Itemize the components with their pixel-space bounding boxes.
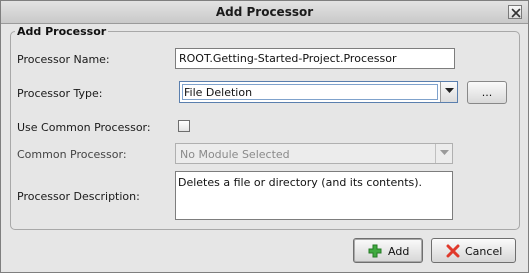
x-icon (446, 244, 460, 258)
processor-type-label: Processor Type: (17, 87, 103, 100)
use-common-processor-label: Use Common Processor: (17, 121, 151, 134)
close-button[interactable] (508, 5, 522, 19)
processor-name-field[interactable]: ROOT.Getting-Started-Project.Processor (175, 48, 455, 69)
common-processor-select[interactable]: No Module Selected (175, 143, 453, 164)
chevron-down-icon (445, 88, 454, 93)
add-button[interactable]: Add (353, 238, 423, 263)
processor-name-label: Processor Name: (17, 53, 110, 66)
processor-description-textarea[interactable]: Deletes a file or directory (and its con… (175, 171, 453, 220)
processor-description-label: Processor Description: (17, 190, 140, 203)
add-processor-dialog: Add Processor Add Processor Processor Na… (0, 0, 529, 273)
processor-type-dropdown-button[interactable] (440, 82, 457, 102)
use-common-processor-checkbox[interactable] (178, 120, 190, 132)
common-processor-label: Common Processor: (17, 148, 127, 161)
processor-type-select[interactable]: File Deletion (179, 81, 458, 103)
processor-type-value: File Deletion (184, 86, 253, 99)
browse-processor-type-button[interactable]: ... (467, 81, 507, 104)
common-processor-dropdown-button[interactable] (435, 144, 452, 163)
chevron-down-icon (440, 150, 449, 155)
close-icon (511, 8, 521, 18)
window-title: Add Processor (215, 5, 314, 19)
cancel-button[interactable]: Cancel (431, 238, 516, 263)
add-button-label: Add (388, 245, 410, 258)
cancel-button-label: Cancel (465, 245, 503, 258)
group-title: Add Processor (15, 25, 109, 38)
common-processor-value: No Module Selected (180, 148, 290, 161)
title-bar[interactable]: Add Processor (1, 1, 528, 24)
plus-icon (368, 244, 382, 258)
